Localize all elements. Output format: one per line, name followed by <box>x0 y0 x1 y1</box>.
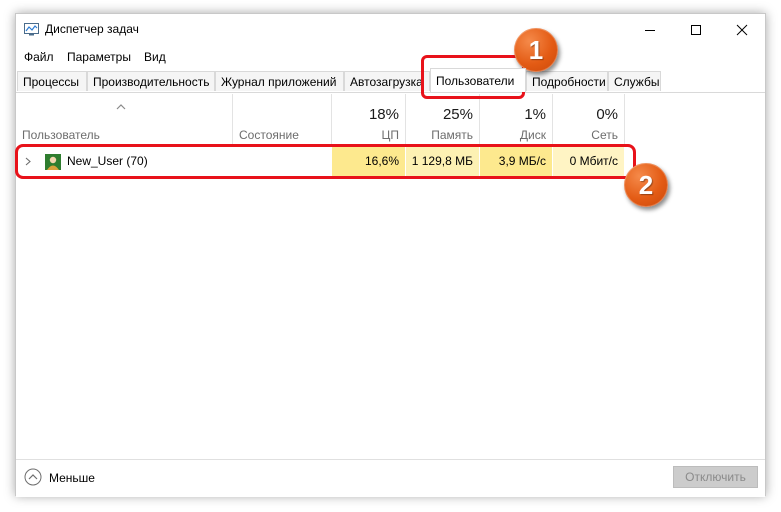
column-memory[interactable]: 25% Память <box>406 94 480 145</box>
tab-app-history[interactable]: Журнал приложений <box>215 71 344 91</box>
maximize-button[interactable] <box>673 14 719 46</box>
user-cpu-cell: 16,6% <box>332 147 406 176</box>
tab-services[interactable]: Службы <box>608 71 661 91</box>
minimize-icon <box>645 30 655 31</box>
column-cpu[interactable]: 18% ЦП <box>332 94 406 145</box>
minimize-button[interactable] <box>627 14 673 46</box>
memory-total: 25% <box>442 106 473 123</box>
maximize-icon <box>691 25 701 35</box>
close-button[interactable] <box>719 14 765 46</box>
disconnect-button[interactable]: Отключить <box>673 466 758 488</box>
close-icon <box>736 24 748 36</box>
task-manager-icon <box>24 23 39 36</box>
chevron-up-circle-icon <box>24 468 42 486</box>
annotation-badge-1: 1 <box>514 28 558 72</box>
menu-file[interactable]: Файл <box>24 50 54 64</box>
sort-up-icon <box>116 104 126 110</box>
column-status-label: Состояние <box>239 128 299 142</box>
network-total: 0% <box>596 106 618 123</box>
tab-strip: Процессы Производительность Журнал прило… <box>16 68 765 93</box>
window-title: Диспетчер задач <box>45 22 139 36</box>
user-name: New_User (70) <box>67 154 148 168</box>
column-disk[interactable]: 1% Диск <box>480 94 553 145</box>
menu-options[interactable]: Параметры <box>67 50 131 64</box>
user-memory-cell: 1 129,8 МБ <box>406 147 480 176</box>
column-network[interactable]: 0% Сеть <box>553 94 625 145</box>
column-status[interactable]: Состояние <box>232 94 332 145</box>
user-network-cell: 0 Мбит/с <box>553 147 625 176</box>
column-header: Пользователь Состояние 18% ЦП 25% Память… <box>16 94 765 145</box>
less-details-label: Меньше <box>49 471 95 485</box>
column-cpu-label: ЦП <box>381 128 399 142</box>
chevron-right-icon[interactable] <box>25 157 31 166</box>
tab-details[interactable]: Подробности <box>526 71 608 91</box>
tab-performance[interactable]: Производительность <box>87 71 215 91</box>
column-disk-label: Диск <box>519 128 546 142</box>
less-details-button[interactable]: Меньше <box>24 468 95 488</box>
title-bar: Диспетчер задач <box>16 14 765 46</box>
user-disk-cell: 3,9 МБ/с <box>480 147 553 176</box>
tab-users[interactable]: Пользователи <box>430 68 526 92</box>
task-manager-window: Диспетчер задач Файл Параметры Вид Проце… <box>15 13 766 497</box>
tab-processes[interactable]: Процессы <box>17 71 87 91</box>
column-user[interactable]: Пользователь <box>16 94 232 145</box>
annotation-badge-2: 2 <box>624 163 668 207</box>
column-network-label: Сеть <box>591 128 618 142</box>
column-memory-label: Память <box>431 128 473 142</box>
footer: Меньше Отключить <box>16 459 765 497</box>
tab-startup[interactable]: Автозагрузка <box>344 71 430 91</box>
column-user-label: Пользователь <box>22 128 100 142</box>
disk-total: 1% <box>524 106 546 123</box>
user-avatar-icon <box>45 154 61 170</box>
cpu-total: 18% <box>368 106 399 123</box>
menu-view[interactable]: Вид <box>144 50 166 64</box>
